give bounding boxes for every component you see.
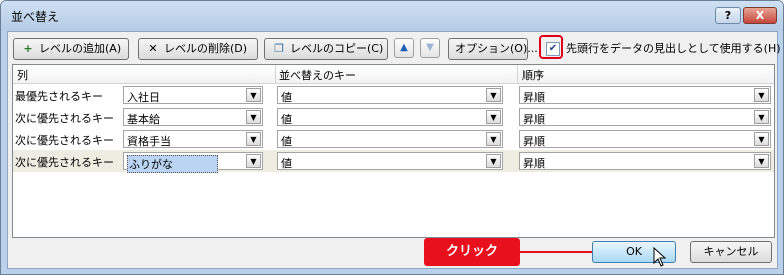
sort-level-row[interactable]: 最優先されるキー 入社日 ▼ 値 ▼ 昇順 ▼ bbox=[13, 84, 774, 106]
order-value: 昇順 bbox=[523, 135, 545, 148]
add-level-button[interactable]: + レベルの追加(A) bbox=[13, 38, 129, 60]
options-label: オプション(O)... bbox=[455, 42, 538, 55]
sort-on-select[interactable]: 値 ▼ bbox=[277, 152, 503, 170]
header-checkbox-highlight: ✔ bbox=[539, 35, 563, 59]
chevron-down-icon[interactable]: ▼ bbox=[754, 88, 769, 102]
chevron-down-icon[interactable]: ▼ bbox=[486, 132, 501, 146]
sort-on-select[interactable]: 値 ▼ bbox=[277, 86, 503, 104]
sort-level-row[interactable]: 次に優先されるキー 資格手当 ▼ 値 ▼ 昇順 ▼ bbox=[13, 128, 774, 150]
help-button[interactable]: ? bbox=[715, 7, 741, 24]
column-select[interactable]: 基本給 ▼ bbox=[123, 108, 263, 126]
row-label: 最優先されるキー bbox=[15, 90, 103, 103]
sort-on-value: 値 bbox=[281, 157, 292, 170]
delete-level-button[interactable]: ✕ レベルの削除(D) bbox=[138, 38, 258, 60]
header-checkbox-label: 先頭行をデータの見出しとして使用する(H) bbox=[566, 42, 781, 55]
add-level-icon: + bbox=[23, 42, 33, 55]
sort-on-value: 値 bbox=[281, 135, 292, 148]
sort-level-row[interactable]: 次に優先されるキー 基本給 ▼ 値 ▼ 昇順 ▼ bbox=[13, 106, 774, 128]
sort-on-value: 値 bbox=[281, 113, 292, 126]
sort-level-row-selected[interactable]: 次に優先されるキー ふりがな ▼ 値 ▼ 昇順 ▼ bbox=[13, 150, 774, 173]
chevron-down-icon[interactable]: ▼ bbox=[246, 154, 261, 168]
column-select[interactable]: ふりがな ▼ bbox=[123, 152, 263, 173]
delete-level-label: レベルの削除(D) bbox=[164, 42, 248, 55]
header-order: 順序 bbox=[522, 69, 544, 82]
sort-dialog: 並べ替え ? X + レベルの追加(A) ✕ レベルの削除(D) ❐ レベルのコピー(… bbox=[0, 0, 784, 275]
chevron-down-icon[interactable]: ▼ bbox=[246, 110, 261, 124]
add-level-label: レベルの追加(A) bbox=[39, 42, 122, 55]
order-value: 昇順 bbox=[523, 157, 545, 170]
header-column: 列 bbox=[17, 69, 28, 82]
order-value: 昇順 bbox=[523, 113, 545, 126]
order-select[interactable]: 昇順 ▼ bbox=[519, 108, 771, 126]
chevron-down-icon[interactable]: ▼ bbox=[754, 154, 769, 168]
grid-header: 列 並べ替えのキー 順序 bbox=[13, 65, 774, 84]
order-select[interactable]: 昇順 ▼ bbox=[519, 86, 771, 104]
delete-x-icon: ✕ bbox=[148, 42, 158, 55]
header-sort-on: 並べ替えのキー bbox=[279, 69, 356, 82]
column-select[interactable]: 資格手当 ▼ bbox=[123, 130, 263, 148]
dialog-body: + レベルの追加(A) ✕ レベルの削除(D) ❐ レベルのコピー(C) ▲ ▼ オプ… bbox=[7, 31, 781, 269]
chevron-down-icon[interactable]: ▼ bbox=[486, 88, 501, 102]
copy-level-button[interactable]: ❐ レベルのコピー(C) bbox=[264, 38, 388, 60]
chevron-down-icon[interactable]: ▼ bbox=[486, 154, 501, 168]
options-button[interactable]: オプション(O)... bbox=[448, 38, 538, 60]
header-divider bbox=[275, 65, 276, 83]
sort-on-select[interactable]: 値 ▼ bbox=[277, 130, 503, 148]
annotation-arrow bbox=[520, 251, 600, 253]
sort-levels-grid: 列 並べ替えのキー 順序 最優先されるキー 入社日 ▼ 値 ▼ 昇順 ▼ 次に優先され… bbox=[12, 64, 775, 238]
chevron-down-icon[interactable]: ▼ bbox=[246, 88, 261, 102]
sort-on-select[interactable]: 値 ▼ bbox=[277, 108, 503, 126]
copy-icon: ❐ bbox=[274, 42, 284, 55]
column-value: 入社日 bbox=[127, 91, 160, 104]
chevron-down-icon[interactable]: ▼ bbox=[486, 110, 501, 124]
sort-on-value: 値 bbox=[281, 91, 292, 104]
column-value: ふりがな bbox=[127, 155, 218, 173]
order-select[interactable]: 昇順 ▼ bbox=[519, 130, 771, 148]
cancel-button[interactable]: キャンセル bbox=[690, 241, 772, 263]
copy-level-label: レベルのコピー(C) bbox=[290, 42, 384, 55]
header-checkbox[interactable]: ✔ bbox=[546, 42, 560, 56]
chevron-down-icon[interactable]: ▼ bbox=[246, 132, 261, 146]
chevron-down-icon[interactable]: ▼ bbox=[754, 110, 769, 124]
column-value: 基本給 bbox=[127, 113, 160, 126]
mouse-cursor-icon bbox=[653, 247, 667, 267]
dialog-title: 並べ替え bbox=[11, 10, 60, 24]
title-bar: 並べ替え ? X bbox=[1, 1, 783, 31]
move-up-button[interactable]: ▲ bbox=[394, 38, 414, 58]
row-label: 次に優先されるキー bbox=[15, 134, 114, 147]
click-annotation: クリック bbox=[424, 238, 520, 266]
chevron-down-icon[interactable]: ▼ bbox=[754, 132, 769, 146]
column-select[interactable]: 入社日 ▼ bbox=[123, 86, 263, 104]
row-label: 次に優先されるキー bbox=[15, 156, 114, 169]
order-select[interactable]: 昇順 ▼ bbox=[519, 152, 771, 170]
row-label: 次に優先されるキー bbox=[15, 112, 114, 125]
column-value: 資格手当 bbox=[127, 135, 171, 148]
move-down-button[interactable]: ▼ bbox=[420, 38, 440, 58]
order-value: 昇順 bbox=[523, 91, 545, 104]
header-divider bbox=[517, 65, 518, 83]
close-button[interactable]: X bbox=[743, 7, 777, 24]
